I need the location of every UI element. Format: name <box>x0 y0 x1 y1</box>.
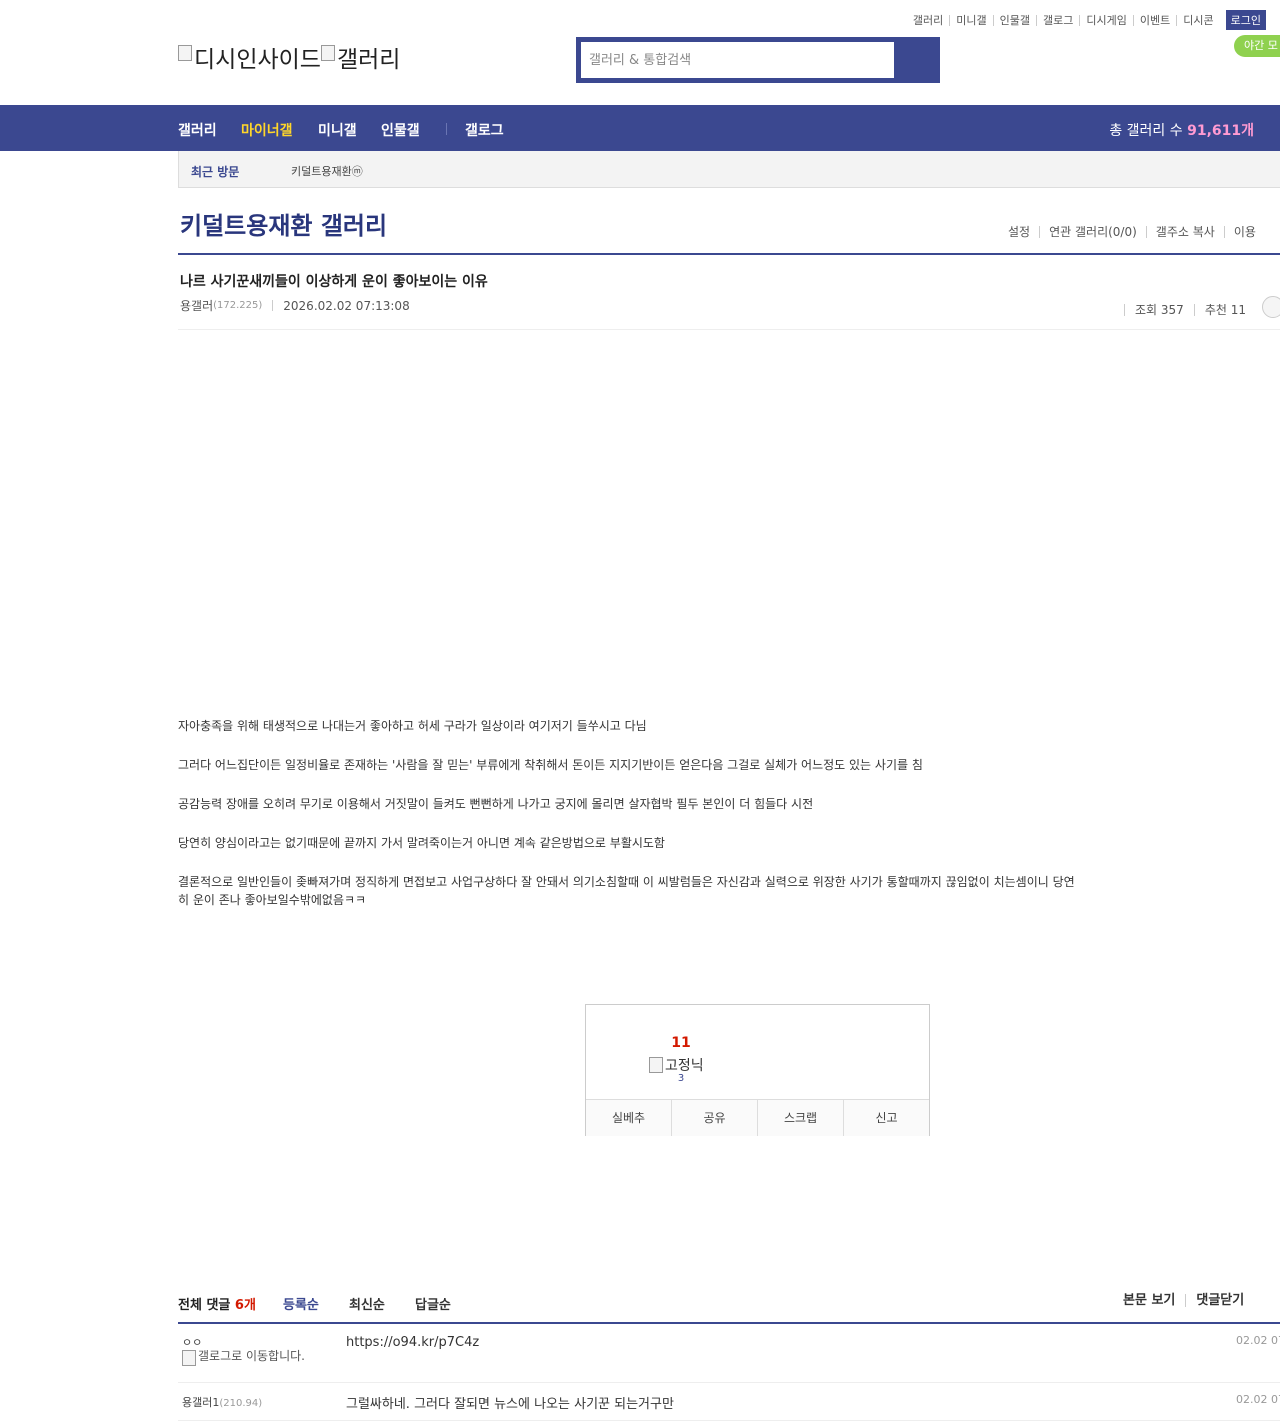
comment-nick[interactable]: ㅇㅇ <box>182 1334 202 1350</box>
view-post-link[interactable]: 본문 보기 <box>1123 1294 1185 1307</box>
comments-total-count: 6개 <box>234 1298 256 1313</box>
night-mode-toggle[interactable]: 야간 모 <box>1234 35 1280 57</box>
post-paragraph: 그러다 어느집단이든 일정비율로 존재하는 '사람을 잘 믿는' 부류에게 착취… <box>178 758 923 772</box>
util-link-minigall[interactable]: 미니갤 <box>949 14 992 26</box>
comment-text[interactable]: https://o94.kr/p7C4z <box>346 1335 479 1350</box>
post-views: 조회 357 <box>1124 304 1194 316</box>
comment-nick[interactable]: 용갤러1(210.94) <box>182 1394 262 1410</box>
gallery-count-label: 총 갤러리 수 <box>1109 123 1183 139</box>
related-gallery-link[interactable]: 연관 갤러리(0/0) <box>1039 226 1146 238</box>
sort-by-replies[interactable]: 답글순 <box>415 1294 451 1313</box>
comment-row: 용갤러1(210.94) 그럴싸하네. 그러다 잘되면 뉴스에 나오는 사기꾼 … <box>178 1383 1280 1421</box>
gallery-settings-link[interactable]: 설정 <box>1008 226 1039 238</box>
broken-image-icon <box>320 45 335 61</box>
broken-image-icon <box>178 45 192 61</box>
logo-section-text: 갤러리 <box>336 47 401 73</box>
site-logo[interactable]: 디시인사이드 갤러리 <box>178 40 400 74</box>
gallery-count-value: 91,611개 <box>1187 123 1254 139</box>
post-body: 자아충족을 위해 태생적으로 나대는거 좋아하고 허세 구라가 일상이라 여기저… <box>178 717 1078 930</box>
comment-date: 02.02 07 <box>1236 1393 1280 1406</box>
nav-item-gallery[interactable]: 갤러리 <box>178 120 217 140</box>
best-recommend-button[interactable]: 실베추 <box>586 1100 671 1136</box>
login-button[interactable]: 로그인 <box>1225 10 1266 30</box>
scrap-button[interactable]: 스크랩 <box>757 1100 843 1136</box>
post-meta: 용갤러 (172.225) 2026.02.02 07:13:08 <box>180 297 410 314</box>
search-input[interactable] <box>581 42 894 78</box>
comments-total: 전체 댓글 6개 <box>178 1294 256 1313</box>
close-comments-link[interactable]: 댓글닫기 <box>1185 1294 1254 1307</box>
post-stats: 조회 357 추천 11 <box>1124 296 1280 321</box>
usage-link[interactable]: 이용 <box>1223 226 1265 238</box>
util-link-gallog[interactable]: 갤로그 <box>1036 14 1079 26</box>
broken-image-icon <box>649 1057 663 1073</box>
nav-item-mini-gallery[interactable]: 미니갤 <box>318 120 357 140</box>
comments-total-label: 전체 댓글 <box>178 1298 231 1313</box>
recent-visits-bar: 최근 방문 키덜트용재환ⓜ <box>178 151 1280 188</box>
main-nav: 갤러리 마이너갤 미니갤 인물갤 갤로그 총 갤러리 수 91,611개 <box>0 105 1280 151</box>
gallery-tools: 설정 연관 갤러리(0/0) 갤주소 복사 이용 <box>1008 226 1265 238</box>
more-options-button[interactable] <box>1261 296 1280 318</box>
gallery-count: 총 갤러리 수 91,611개 <box>1109 120 1254 140</box>
util-link-dccon[interactable]: 디시콘 <box>1176 14 1219 26</box>
post-paragraph: 결론적으로 일반인들이 좆빠져가며 정직하게 면접보고 사업구상하다 잘 안돼서… <box>178 875 1075 907</box>
comment-text: 그럴싸하네. 그러다 잘되면 뉴스에 나오는 사기꾼 되는거구만 <box>346 1397 674 1412</box>
comments-right-links: 본문 보기 댓글닫기 <box>1123 1294 1254 1307</box>
fixed-nick-recommend-button[interactable]: 고정닉 <box>649 1055 704 1075</box>
recommend-box: 11 고정닉 3 실베추 공유 스크랩 신고 <box>585 1004 930 1136</box>
share-button[interactable]: 공유 <box>671 1100 757 1136</box>
util-link-persongall[interactable]: 인물갤 <box>992 14 1036 26</box>
post-recommends: 추천 11 <box>1193 304 1256 316</box>
nav-item-gallog[interactable]: 갤로그 <box>465 120 504 140</box>
gallog-link-text: 갤로그로 이동합니다. <box>198 1349 305 1363</box>
util-link-gallery[interactable]: 갤러리 <box>907 15 949 26</box>
post-datetime: 2026.02.02 07:13:08 <box>283 298 410 313</box>
post-action-buttons: 실베추 공유 스크랩 신고 <box>586 1099 929 1136</box>
comment-row: ㅇㅇ 갤로그로 이동합니다. https://o94.kr/p7C4z 02.0… <box>178 1324 1280 1383</box>
gallery-title[interactable]: 키덜트용재환 갤러리 <box>180 206 387 241</box>
search-button[interactable] <box>897 42 935 78</box>
copy-gallery-url-link[interactable]: 갤주소 복사 <box>1145 226 1224 238</box>
recent-gallery-link[interactable]: 키덜트용재환ⓜ <box>291 163 363 179</box>
sort-by-latest[interactable]: 최신순 <box>349 1294 385 1313</box>
nav-item-minor-gallery[interactable]: 마이너갤 <box>241 120 293 140</box>
post-paragraph: 당연히 양심이라고는 없기때문에 끝까지 가서 말려죽이는거 아니면 계속 같은… <box>178 836 665 850</box>
comment-nick-name: 용갤러1 <box>182 1396 220 1409</box>
gallog-link[interactable]: 갤로그로 이동합니다. <box>182 1350 322 1366</box>
post-author-ip: (172.225) <box>213 300 263 311</box>
gallery-header-divider <box>178 253 1280 255</box>
nav-divider <box>446 123 447 135</box>
post-paragraph: 공감능력 장애를 오히려 무기로 이용해서 거짓말이 들켜도 뻔뻔하게 나가고 … <box>178 797 814 811</box>
util-link-dcgame[interactable]: 디시게임 <box>1079 14 1132 26</box>
comment-date: 02.02 07 <box>1236 1334 1280 1347</box>
broken-image-icon <box>182 1350 196 1366</box>
post-paragraph: 자아충족을 위해 태생적으로 나대는거 좋아하고 허세 구라가 일상이라 여기저… <box>178 719 647 733</box>
post-header-divider <box>178 329 1280 330</box>
fixed-nick-count: 3 <box>677 1073 685 1084</box>
sort-by-registered[interactable]: 등록순 <box>283 1294 319 1313</box>
comment-nick-ip: (210.94) <box>219 1398 263 1409</box>
logo-site-text: 디시인사이드 <box>194 47 321 73</box>
search-box <box>576 37 940 83</box>
post-title: 나르 사기꾼새끼들이 이상하게 운이 좋아보이는 이유 <box>180 274 488 290</box>
recent-visits-label[interactable]: 최근 방문 <box>191 163 239 180</box>
post-author[interactable]: 용갤러 <box>180 297 213 314</box>
utility-links: 갤러리 미니갤 인물갤 갤로그 디시게임 이벤트 디시콘 로그인 <box>907 10 1266 30</box>
report-button[interactable]: 신고 <box>843 1100 929 1136</box>
util-link-event[interactable]: 이벤트 <box>1132 14 1176 26</box>
comments-header: 전체 댓글 6개 등록순 최신순 답글순 본문 보기 댓글닫기 <box>178 1294 1280 1322</box>
fixed-nick-label: 고정닉 <box>665 1058 704 1074</box>
meta-divider <box>272 300 274 311</box>
recommend-count: 11 <box>671 1035 691 1051</box>
nav-item-person-gallery[interactable]: 인물갤 <box>381 120 420 140</box>
